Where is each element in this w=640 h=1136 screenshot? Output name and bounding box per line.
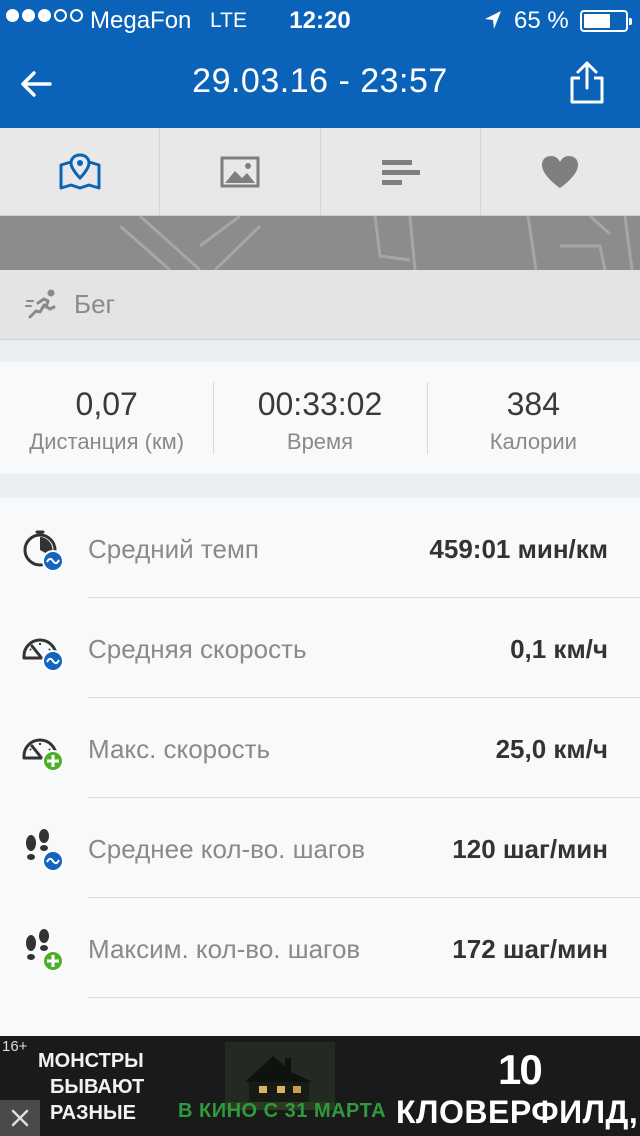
ad-slogan-line: РАЗНЫЕ	[50, 1102, 136, 1124]
age-rating: 16+	[2, 1038, 28, 1055]
activity-type-label: Бег	[74, 289, 116, 319]
summary-label: Калории	[489, 429, 577, 454]
ad-slogan: МОНСТРЫ БЫВАЮТ РАЗНЫЕ	[38, 1048, 144, 1126]
page-title: 29.03.16 - 23:57	[192, 62, 448, 100]
summary-value: 00:33:02	[257, 386, 383, 422]
ad-banner[interactable]: 16+ МОНСТРЫ БЫВАЮТ РАЗНЫЕ В КИНО С 31 МА…	[0, 1036, 640, 1136]
speed-average-icon	[22, 638, 64, 672]
summary-label: Время	[286, 429, 354, 454]
pace-average-icon	[23, 530, 64, 572]
stat-value: 25,0 км/ч	[495, 734, 608, 764]
share-icon	[570, 61, 604, 104]
map-icon	[59, 152, 101, 189]
steps-max-icon	[26, 929, 64, 972]
ad-release-date: В КИНО С 31 МАРТА	[178, 1100, 387, 1122]
ad-title: КЛОВЕРФИЛД,	[396, 1094, 639, 1130]
location-arrow-icon	[483, 9, 503, 38]
stat-value: 0,1 км/ч	[510, 634, 608, 664]
stat-value: 120 шаг/мин	[452, 834, 608, 864]
stat-value: 172 шаг/мин	[452, 934, 608, 964]
summary-distance: 0,07 Дистанция (км)	[0, 362, 213, 474]
image-icon	[220, 156, 260, 187]
running-icon	[25, 289, 56, 318]
close-icon	[11, 1109, 29, 1127]
stat-value: 459:01 мин/км	[429, 534, 608, 564]
nav-bar: 29.03.16 - 23:57	[0, 40, 640, 128]
stat-label: Максим. кол-во. шагов	[88, 934, 361, 964]
tab-feedback[interactable]	[481, 128, 640, 215]
summary-value: 384	[506, 386, 561, 422]
tab-splits[interactable]	[321, 128, 481, 215]
battery-percent: 65 %	[514, 7, 569, 34]
status-bar: MegaFon LTE 12:20 65 %	[0, 0, 640, 40]
ad-close-button[interactable]	[0, 1100, 40, 1136]
stat-label: Макс. скорость	[88, 734, 271, 764]
tab-photos[interactable]	[160, 128, 321, 215]
list-item: Максим. кол-во. шагов 172 шаг/мин	[0, 898, 640, 998]
battery-icon	[580, 10, 632, 32]
route-map[interactable]	[0, 216, 640, 270]
summary-duration: 00:33:02 Время	[213, 362, 426, 474]
stat-label: Среднее кол-во. шагов	[88, 834, 366, 864]
detail-tabs	[0, 128, 640, 216]
activity-type-row[interactable]: Бег	[0, 270, 640, 340]
list-item: Средний темп 459:01 мин/км	[0, 498, 640, 598]
share-button[interactable]	[562, 58, 612, 108]
stats-list: Средний темп 459:01 мин/км Средняя скоро…	[0, 498, 640, 1036]
tab-map[interactable]	[0, 128, 161, 215]
summary-calories: 384 Калории	[426, 362, 640, 474]
summary-value: 0,07	[75, 386, 138, 422]
steps-average-icon	[26, 829, 64, 872]
speed-max-icon	[22, 738, 64, 772]
heart-icon	[542, 155, 579, 188]
summary-panel: 0,07 Дистанция (км) 00:33:02 Время 384 К…	[0, 362, 640, 474]
stat-label: Средний темп	[88, 534, 259, 564]
ad-title-number: 10	[498, 1046, 543, 1093]
list-item: Средняя скорость 0,1 км/ч	[0, 598, 640, 698]
ad-slogan-line: МОНСТРЫ	[38, 1050, 144, 1072]
stat-label: Средняя скорость	[88, 634, 307, 664]
summary-label: Дистанция (км)	[29, 429, 185, 454]
bar-chart-icon	[382, 159, 421, 185]
list-item: Среднее кол-во. шагов 120 шаг/мин	[0, 798, 640, 898]
list-item: Макс. скорость 25,0 км/ч	[0, 698, 640, 798]
ad-slogan-line: БЫВАЮТ	[50, 1076, 145, 1098]
